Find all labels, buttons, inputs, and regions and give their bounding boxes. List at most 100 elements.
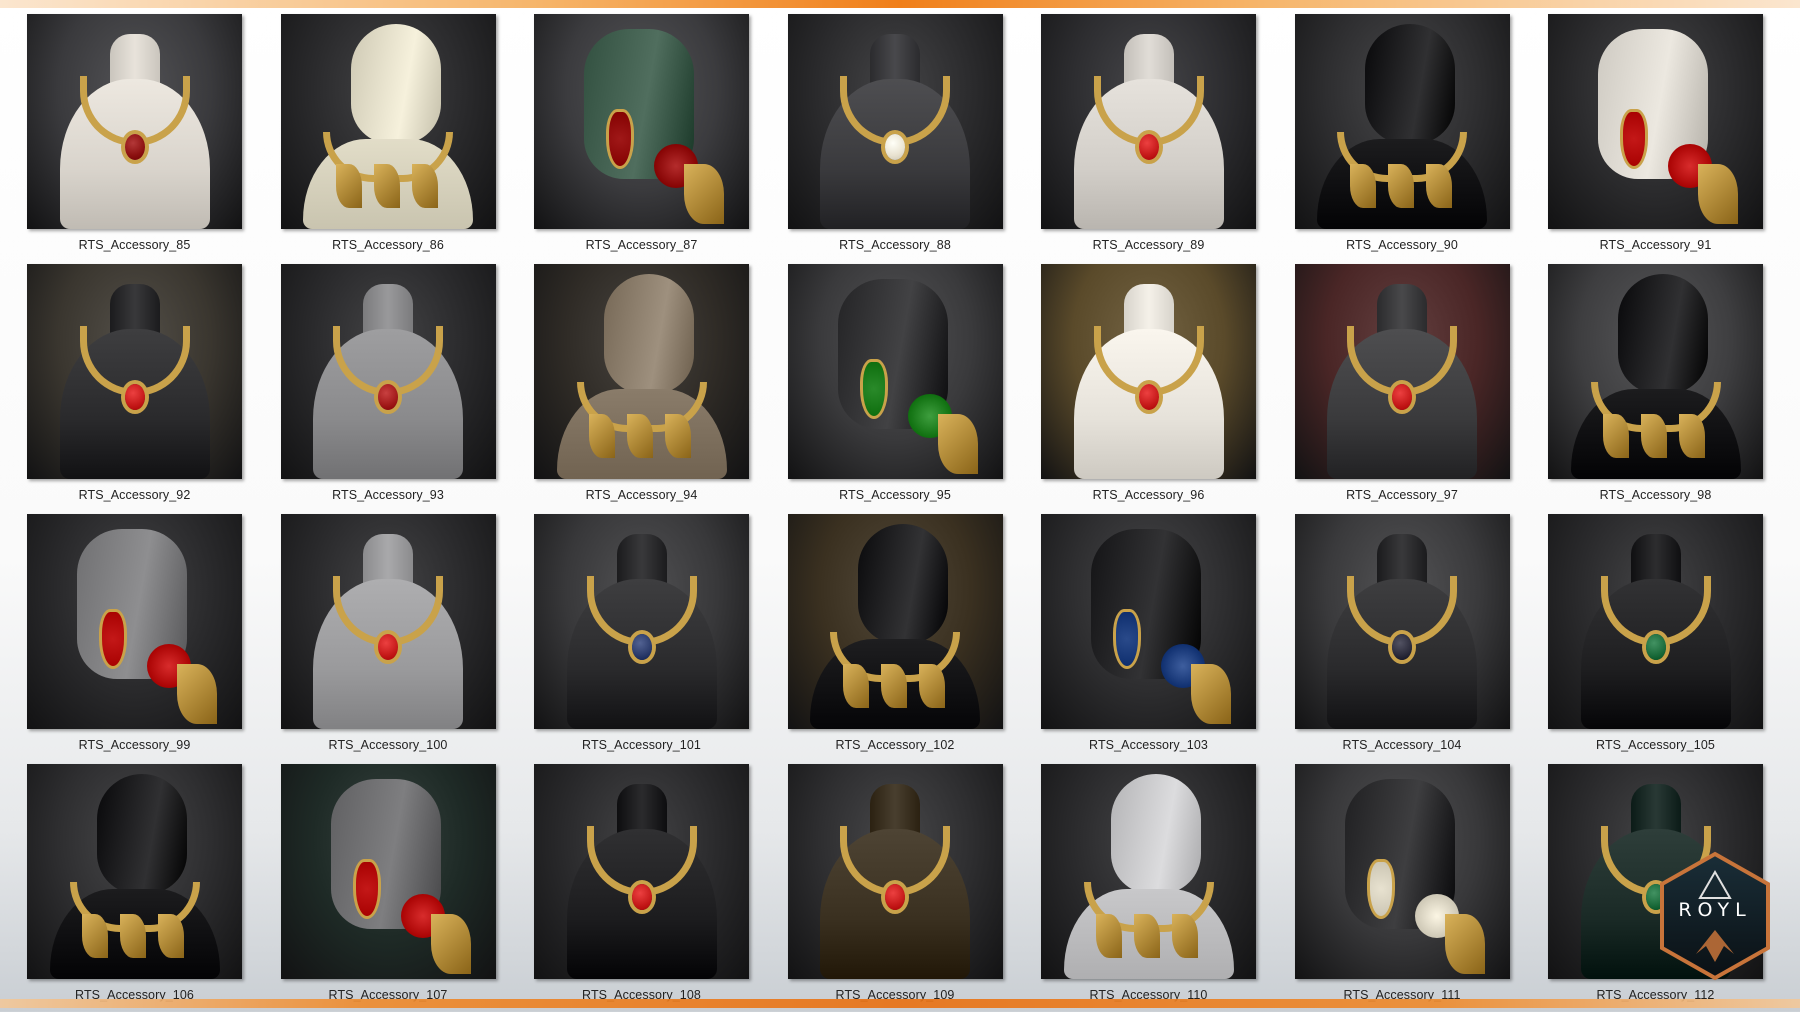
decorative-shape [1366,859,1395,919]
thumbnail-caption: RTS_Accessory_103 [1089,738,1208,752]
decorative-shape [1191,664,1231,724]
decorative-shape [1349,164,1376,208]
thumbnail-caption: RTS_Accessory_99 [78,738,191,752]
decorative-shape [631,884,652,910]
jewelry-image [280,764,496,979]
thumbnail-tile[interactable]: RTS_Accessory_95 [787,264,1003,514]
thumbnail-caption: RTS_Accessory_101 [582,738,701,752]
decorative-shape [937,414,978,474]
decorative-shape [1172,914,1198,958]
thumbnail-tile[interactable]: RTS_Accessory_87 [534,14,749,264]
decorative-shape [604,274,694,394]
thumbnail-caption: RTS_Accessory_96 [1092,488,1205,502]
decorative-shape [378,634,398,660]
thumbnail-tile[interactable]: RTS_Accessory_97 [1294,264,1510,514]
jewelry-image [787,14,1003,229]
decorative-shape [589,414,615,458]
decorative-shape [352,859,381,919]
decorative-shape [99,609,127,669]
thumbnail-tile[interactable]: RTS_Accessory_106 [27,764,242,1012]
thumbnail-tile[interactable]: RTS_Accessory_89 [1041,14,1256,264]
thumbnail-caption: RTS_Accessory_98 [1599,488,1712,502]
decorative-shape [373,164,400,208]
decorative-shape [885,134,905,160]
thumbnail-caption: RTS_Accessory_104 [1342,738,1462,752]
decorative-shape [1620,109,1648,169]
thumbnail-caption: RTS_Accessory_94 [585,488,698,502]
thumbnail-tile[interactable]: RTS_Accessory_98 [1548,264,1763,514]
jewelry-image [1294,264,1510,479]
thumbnail-tile[interactable]: RTS_Accessory_88 [787,14,1003,264]
thumbnail-caption: RTS_Accessory_102 [835,738,955,752]
thumbnail-caption: RTS_Accessory_88 [839,238,951,252]
decorative-shape [124,384,145,410]
jewelry-image [534,764,749,979]
decorative-shape [350,24,441,144]
decorative-shape [1603,414,1629,458]
decorative-shape [124,134,145,160]
thumbnail-caption: RTS_Accessory_87 [585,238,698,252]
decorative-shape [1425,164,1452,208]
decorative-shape [158,914,184,958]
jewelry-image [1294,14,1510,229]
thumbnail-tile[interactable]: RTS_Accessory_109 [787,764,1003,1012]
decorative-shape [859,359,888,419]
decorative-shape [1698,164,1738,224]
decorative-shape [82,914,108,958]
jewelry-image [27,764,242,979]
jewelry-image [280,514,496,729]
thumbnail-tile[interactable]: RTS_Accessory_99 [27,514,242,764]
decorative-shape [177,664,217,724]
thumbnail-tile[interactable]: RTS_Accessory_86 [280,14,496,264]
thumbnail-tile[interactable]: RTS_Accessory_93 [280,264,496,514]
thumbnail-tile[interactable]: RTS_Accessory_110 [1041,764,1256,1012]
decorative-shape [1134,914,1160,958]
decorative-shape [1444,914,1485,974]
decorative-shape [1679,414,1705,458]
thumbnail-tile[interactable]: RTS_Accessory_108 [534,764,749,1012]
thumbnail-caption: RTS_Accessory_97 [1346,488,1458,502]
thumbnail-tile[interactable]: RTS_Accessory_105 [1548,514,1763,764]
royl-logo: ROYL [1660,851,1770,981]
jewelry-image [1041,14,1256,229]
jewelry-image [1548,514,1763,729]
thumbnail-tile[interactable]: RTS_Accessory_90 [1294,14,1510,264]
logo-text: ROYL [1678,899,1751,921]
thumbnail-tile[interactable]: RTS_Accessory_96 [1041,264,1256,514]
decorative-shape [1364,24,1455,144]
jewelry-image [27,264,242,479]
decorative-shape [378,384,398,410]
decorative-shape [411,164,438,208]
decorative-shape [1387,164,1414,208]
thumbnail-tile[interactable]: RTS_Accessory_111 [1294,764,1510,1012]
decorative-shape [631,634,652,660]
decorative-shape [120,914,146,958]
thumbnail-tile[interactable]: RTS_Accessory_102 [787,514,1003,764]
thumbnail-tile[interactable]: RTS_Accessory_100 [280,514,496,764]
thumbnail-tile[interactable]: RTS_Accessory_104 [1294,514,1510,764]
decorative-shape [430,914,471,974]
decorative-shape [1138,134,1159,160]
thumbnail-tile[interactable]: RTS_Accessory_103 [1041,514,1256,764]
thumbnail-tile[interactable]: RTS_Accessory_101 [534,514,749,764]
thumbnail-tile[interactable]: RTS_Accessory_94 [534,264,749,514]
decorative-shape [1641,414,1667,458]
jewelry-image [1548,264,1763,479]
decorative-shape [335,164,362,208]
thumbnail-tile[interactable]: RTS_Accessory_92 [27,264,242,514]
decorative-shape [1138,384,1159,410]
decorative-shape [1113,609,1141,669]
thumbnail-tile[interactable]: RTS_Accessory_91 [1548,14,1763,264]
decorative-shape [1111,774,1201,894]
bottom-accent-bar [0,999,1800,1008]
jewelry-image [27,14,242,229]
thumbnail-caption: RTS_Accessory_85 [78,238,191,252]
thumbnail-tile[interactable]: RTS_Accessory_107 [280,764,496,1012]
decorative-shape [885,884,905,910]
jewelry-image [280,14,496,229]
jewelry-image [787,764,1003,979]
thumbnail-tile[interactable]: RTS_Accessory_85 [27,14,242,264]
thumbnail-caption: RTS_Accessory_105 [1596,738,1715,752]
decorative-shape [606,109,634,169]
thumbnail-caption: RTS_Accessory_89 [1092,238,1205,252]
